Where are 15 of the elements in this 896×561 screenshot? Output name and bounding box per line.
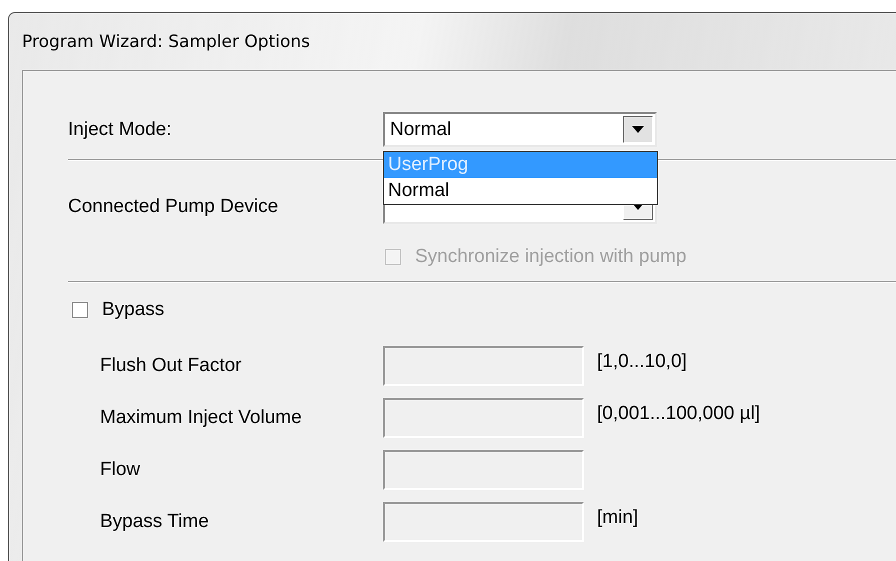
checkbox-label: Bypass bbox=[102, 299, 164, 321]
field-label: Flush Out Factor bbox=[100, 355, 242, 377]
range-hint: [min] bbox=[597, 507, 638, 529]
field-label: Connected Pump Device bbox=[68, 196, 280, 218]
combo-value: Normal bbox=[390, 118, 452, 140]
field-label: Maximum Inject Volume bbox=[100, 407, 303, 429]
field-label: Bypass Time bbox=[100, 511, 210, 533]
field-label: Inject Mode: bbox=[68, 118, 172, 140]
checkbox-label: Synchronize injection with pump bbox=[415, 246, 686, 268]
range-hint: [0,001...100,000 µl] bbox=[597, 403, 760, 425]
combo-box[interactable]: Normal bbox=[383, 112, 657, 147]
range-hint: [1,0...10,0] bbox=[597, 351, 687, 373]
dropdown-option[interactable]: Normal bbox=[384, 178, 657, 204]
field-label: Flow bbox=[100, 459, 142, 481]
window-title: Program Wizard: Sampler Options bbox=[22, 30, 311, 54]
